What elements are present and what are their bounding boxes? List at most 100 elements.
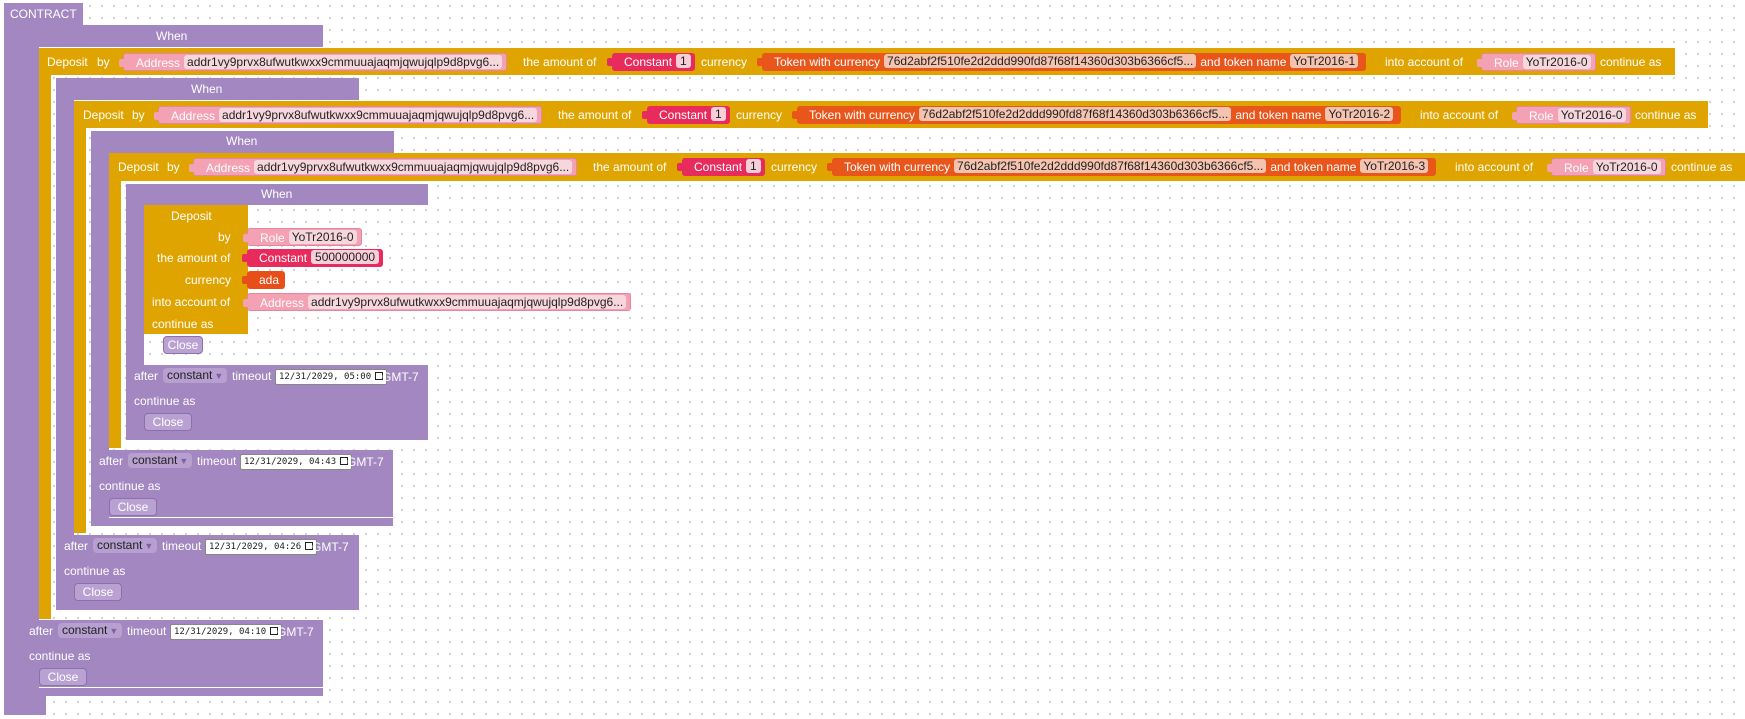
timeout-date-3[interactable]: 12/31/2029, 04:43	[240, 454, 353, 470]
role-chip-1[interactable]: Role YoTr2016-0	[1477, 53, 1596, 71]
inner-currency-label: currency	[185, 273, 232, 287]
currency-label-2: currency	[736, 108, 783, 122]
close-button-2[interactable]: Close	[74, 583, 122, 601]
timeout-label-3: timeout	[197, 454, 237, 468]
close-button-4[interactable]: Close	[144, 413, 192, 431]
into-label-3: into account of	[1455, 160, 1534, 174]
role-label: Role	[260, 231, 285, 245]
constant-value[interactable]: 1	[746, 159, 761, 173]
deposit-label-2: Deposit	[83, 108, 124, 122]
token-label: Token with currency	[809, 108, 916, 122]
deposit-label-3: Deposit	[118, 160, 159, 174]
constant-chip-2[interactable]: Constant 1	[642, 106, 730, 124]
after-label-2: after	[64, 539, 89, 553]
after-label-4: after	[134, 369, 159, 383]
deposit-spine-1	[39, 48, 51, 619]
timeout-label-4: timeout	[232, 369, 272, 383]
role-chip-3[interactable]: Role YoTr2016-0	[1547, 158, 1666, 176]
close-button-3[interactable]: Close	[109, 498, 157, 516]
timeout-date-4[interactable]: 12/31/2029, 05:00	[275, 369, 388, 385]
when-label-2: When	[191, 82, 223, 96]
role-chip-2[interactable]: Role YoTr2016-0	[1512, 106, 1631, 124]
when-spine-1	[21, 25, 39, 697]
token-name[interactable]: YoTr2016-2	[1325, 107, 1394, 121]
token-name[interactable]: YoTr2016-3	[1360, 159, 1429, 173]
token-label: Token with currency	[844, 160, 951, 174]
timeout-type-dropdown-2[interactable]: constant ▼	[93, 538, 158, 553]
amount-label-3: the amount of	[593, 160, 667, 174]
timeout-date-value: 12/31/2029, 04:26	[209, 542, 302, 552]
timeout-date-1[interactable]: 12/31/2029, 04:10	[170, 624, 283, 640]
token-name[interactable]: YoTr2016-1	[1290, 54, 1359, 68]
inner-constant-chip[interactable]: Constant 500000000	[241, 249, 384, 267]
into-label-2: into account of	[1420, 108, 1499, 122]
by-label-2: by	[132, 108, 145, 122]
close-button-inner[interactable]: Close	[163, 336, 203, 354]
currency-symbol[interactable]: 76d2abf2f510fe2d2ddd990fd87f68f14360d303…	[884, 54, 1197, 68]
when-label-3: When	[226, 134, 258, 148]
inner-into-label: into account of	[152, 295, 231, 309]
timeout-label-2: timeout	[162, 539, 202, 553]
timeout-type-dropdown-3[interactable]: constant ▼	[128, 453, 193, 468]
constant-label: Constant	[694, 160, 743, 174]
role-value[interactable]: YoTr2016-0	[1557, 108, 1626, 122]
timezone-label-3: GMT-7	[347, 455, 384, 469]
timeout-type-dropdown-1[interactable]: constant ▼	[58, 623, 123, 638]
inner-by-label: by	[218, 230, 231, 244]
token-name-label: and token name	[1235, 108, 1322, 122]
timezone-label-2: GMT-7	[312, 540, 349, 554]
timeout-date-2[interactable]: 12/31/2029, 04:26	[205, 539, 318, 555]
inner-role-value[interactable]: YoTr2016-0	[288, 230, 357, 244]
inner-address-chip[interactable]: Address addr1vy9prvx8ufwutkwxx9cmmuuajaqm…	[242, 293, 632, 311]
address-label: Address	[260, 296, 305, 310]
inner-role-chip[interactable]: Role YoTr2016-0	[243, 228, 362, 246]
constant-label: Constant	[259, 251, 308, 265]
token-chip-2[interactable]: Token with currency 76d2abf2f510fe2d2ddd9…	[791, 106, 1402, 124]
inner-currency-chip[interactable]: ada	[242, 271, 285, 289]
when-end-1	[21, 688, 323, 696]
after-continue-label-1: continue as	[29, 649, 91, 663]
currency-symbol[interactable]: 76d2abf2f510fe2d2ddd990fd87f68f14360d303…	[919, 107, 1232, 121]
contract-bottom	[4, 696, 46, 715]
address-chip-1[interactable]: Address addr1vy9prvx8ufwutkwxx9cmmuuajaqm…	[118, 53, 508, 71]
role-label: Role	[1494, 56, 1519, 70]
inner-deposit-label: Deposit	[171, 209, 212, 223]
continue-label-1: continue as	[1600, 55, 1662, 69]
close-button-1[interactable]: Close	[39, 668, 87, 686]
address-label: Address	[136, 56, 181, 70]
timeout-type: constant	[132, 453, 178, 467]
timezone-label-1: GMT-7	[277, 625, 314, 639]
when-end-4	[126, 432, 428, 440]
when-end-3	[91, 518, 393, 526]
timeout-type: constant	[167, 368, 213, 382]
chevron-down-icon: ▼	[109, 626, 119, 636]
inner-constant-value[interactable]: 500000000	[311, 250, 380, 264]
address-value[interactable]: addr1vy9prvx8ufwutkwxx9cmmuuajaqmjqwujql…	[254, 160, 573, 174]
constant-label: Constant	[624, 55, 673, 69]
chevron-down-icon: ▼	[214, 371, 224, 381]
currency-symbol[interactable]: 76d2abf2f510fe2d2ddd990fd87f68f14360d303…	[954, 159, 1267, 173]
address-chip-3[interactable]: Address addr1vy9prvx8ufwutkwxx9cmmuuajaqm…	[188, 158, 578, 176]
constant-value[interactable]: 1	[676, 54, 691, 68]
constant-chip-3[interactable]: Constant 1	[677, 158, 765, 176]
address-value[interactable]: addr1vy9prvx8ufwutkwxx9cmmuuajaqmjqwujql…	[184, 55, 503, 69]
role-value[interactable]: YoTr2016-0	[1592, 160, 1661, 174]
token-chip-1[interactable]: Token with currency 76d2abf2f510fe2d2ddd9…	[756, 53, 1367, 71]
deposit-label-1: Deposit	[47, 55, 88, 69]
deposit-spine-3	[109, 153, 121, 448]
timeout-date-value: 12/31/2029, 04:10	[174, 627, 267, 637]
address-chip-2[interactable]: Address addr1vy9prvx8ufwutkwxx9cmmuuajaqm…	[153, 106, 543, 124]
timeout-type: constant	[97, 538, 143, 552]
constant-value[interactable]: 1	[711, 107, 726, 121]
role-value[interactable]: YoTr2016-0	[1522, 55, 1591, 69]
when-spine-2	[56, 78, 74, 608]
inner-deposit-block[interactable]	[144, 205, 248, 334]
constant-chip-1[interactable]: Constant 1	[607, 53, 695, 71]
timeout-type-dropdown-4[interactable]: constant ▼	[163, 368, 228, 383]
constant-label: Constant	[659, 108, 708, 122]
token-chip-3[interactable]: Token with currency 76d2abf2f510fe2d2ddd9…	[826, 158, 1437, 176]
address-value[interactable]: addr1vy9prvx8ufwutkwxx9cmmuuajaqmjqwujql…	[219, 108, 538, 122]
inner-address-value[interactable]: addr1vy9prvx8ufwutkwxx9cmmuuajaqmjqwujql…	[308, 295, 627, 309]
inner-continue-label: continue as	[152, 317, 214, 331]
after-continue-label-4: continue as	[134, 394, 196, 408]
